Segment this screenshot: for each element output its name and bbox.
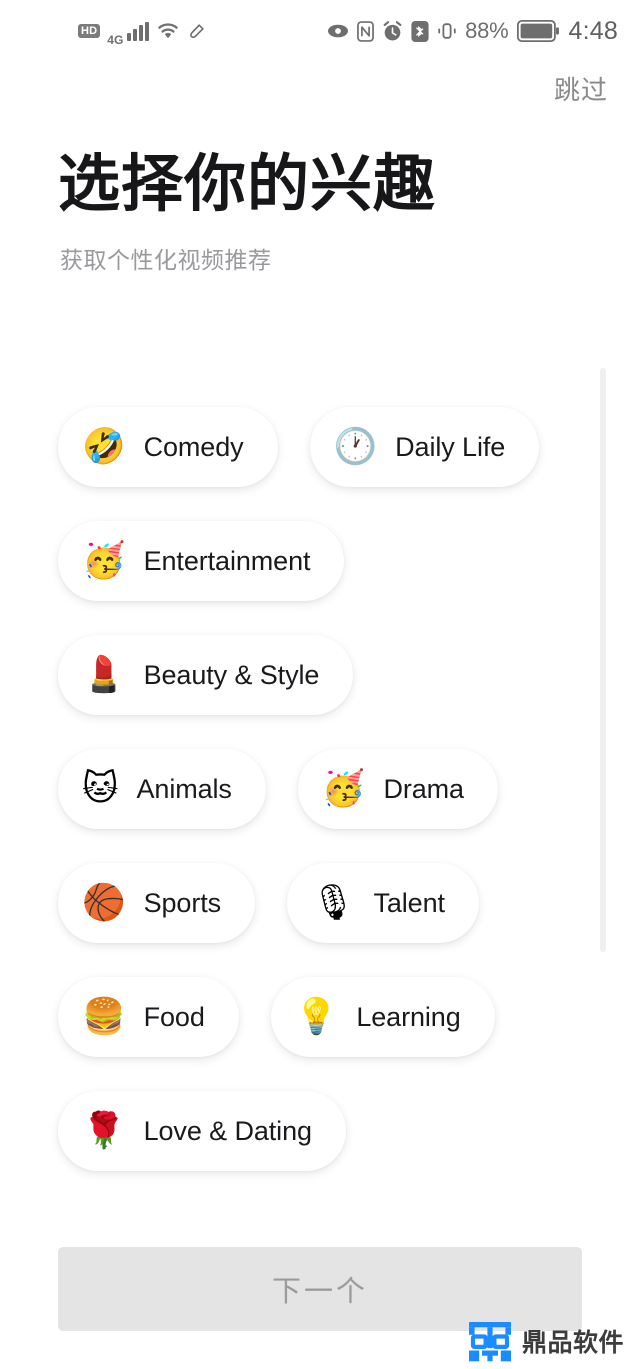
- hd-badge-icon: HD: [78, 23, 101, 39]
- partying-face-icon: 🥳: [321, 768, 366, 809]
- clock-icon: 🕐: [333, 426, 378, 467]
- interest-chip[interactable]: 🌹 Love & Dating: [58, 1091, 346, 1171]
- interest-chip[interactable]: 🤣 Comedy: [58, 407, 278, 487]
- page-heading-block: 选择你的兴趣 获取个性化视频推荐: [0, 114, 640, 275]
- status-bar-left: HD 4G: [78, 15, 206, 47]
- interest-chip[interactable]: 🐱 Animals: [58, 749, 266, 829]
- interest-chip-label: Daily Life: [395, 431, 506, 462]
- page-title: 选择你的兴趣: [58, 150, 437, 219]
- lipstick-icon: 💄: [82, 654, 126, 695]
- 4g-icon: 4G: [107, 33, 124, 47]
- bluetooth-icon: [411, 20, 429, 42]
- interest-chip-label: Beauty & Style: [143, 659, 320, 690]
- nfc-icon: [357, 20, 374, 42]
- interest-chip[interactable]: 🥳 Entertainment: [58, 521, 345, 601]
- vibrate-icon: [437, 21, 457, 41]
- interest-chip-label: Entertainment: [143, 545, 311, 576]
- interest-chip[interactable]: 💡 Learning: [270, 977, 495, 1057]
- interest-chip[interactable]: 💄 Beauty & Style: [58, 635, 354, 715]
- alarm-icon: [382, 20, 403, 42]
- interest-chip-label: Comedy: [143, 431, 244, 462]
- rose-icon: 🌹: [82, 1110, 126, 1151]
- interest-chip-label: Food: [143, 1001, 205, 1032]
- signal-bars-icon: [127, 21, 150, 41]
- interest-chip[interactable]: 🍔 Food: [58, 977, 239, 1057]
- skip-button[interactable]: 跳过: [554, 70, 608, 107]
- interest-chip-label: Love & Dating: [143, 1115, 312, 1146]
- partying-face-icon: 🥳: [82, 540, 126, 581]
- interest-chip-label: Learning: [356, 1001, 461, 1032]
- battery-icon: [516, 20, 559, 42]
- light-bulb-icon: 💡: [294, 996, 339, 1037]
- vertical-scrollbar[interactable]: [600, 368, 606, 952]
- interest-chip-label: Animals: [136, 773, 232, 804]
- link-icon: [187, 22, 206, 41]
- skip-row: 跳过: [0, 62, 640, 114]
- watermark: 鼎品软件: [467, 1319, 624, 1363]
- page-subtitle: 获取个性化视频推荐: [60, 247, 272, 274]
- interest-chip-label: Sports: [143, 887, 222, 918]
- interest-chip[interactable]: 🏀 Sports: [58, 863, 256, 943]
- hamburger-icon: 🍔: [82, 996, 126, 1037]
- bottom-action-bar: 下一个 鼎品软件: [0, 1219, 640, 1369]
- status-bar-clock: 4:48: [568, 16, 618, 45]
- cat-face-icon: 🐱: [82, 768, 119, 809]
- status-bar-right: 88% 4:48: [327, 17, 618, 46]
- interest-chip-label: Talent: [373, 887, 445, 918]
- status-bar: HD 4G 88% 4:48: [0, 0, 640, 62]
- interest-chip[interactable]: 🕐 Daily Life: [309, 407, 540, 487]
- studio-microphone-icon: 🎙: [311, 882, 356, 923]
- interest-list-viewport: 🤣 Comedy 🕐 Daily Life 🥳 Entertainment 💄 Beauty …: [0, 390, 640, 1219]
- dingpin-logo-icon: [467, 1319, 513, 1363]
- watermark-label: 鼎品软件: [521, 1329, 624, 1357]
- battery-percent-label: 88%: [465, 18, 509, 43]
- interest-chip-label: Drama: [383, 773, 464, 804]
- basketball-icon: 🏀: [82, 882, 126, 923]
- wifi-icon: [156, 21, 180, 41]
- rolling-on-the-floor-laughing-icon: 🤣: [82, 426, 126, 467]
- interest-chip[interactable]: 🎙 Talent: [287, 863, 479, 943]
- interest-chip[interactable]: 🥳 Drama: [297, 749, 498, 829]
- interest-chip-list: 🤣 Comedy 🕐 Daily Life 🥳 Entertainment 💄 Beauty …: [0, 390, 588, 1171]
- eye-icon: [327, 23, 349, 39]
